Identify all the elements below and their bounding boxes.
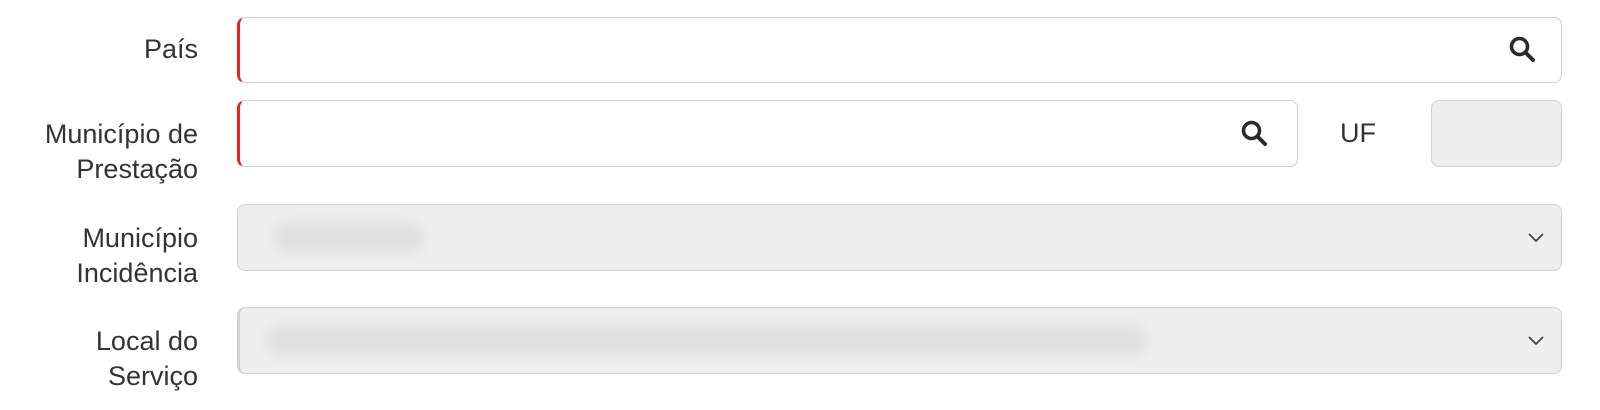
uf-field [1431, 100, 1562, 167]
uf-input [1446, 101, 1551, 166]
municipio-prestacao-label-line1: Município de [44, 119, 198, 149]
local-servico-select[interactable] [237, 307, 1562, 374]
local-servico-label-line2: Serviço [107, 361, 198, 391]
uf-label: UF [1340, 118, 1376, 148]
chevron-down-icon [1528, 335, 1544, 345]
service-location-form: País Município de Prestação UF Município… [0, 0, 1600, 410]
municipio-incidencia-label-line2: Incidência [76, 258, 198, 288]
row-local-servico: Local do Serviço [0, 307, 1600, 391]
pais-input[interactable] [254, 18, 1491, 82]
redacted-value [274, 223, 424, 254]
chevron-down-icon [1528, 232, 1544, 242]
municipio-incidencia-selected-value [254, 205, 1501, 270]
municipio-prestacao-label: Município de Prestação [0, 117, 198, 187]
municipio-incidencia-label: Município Incidência [0, 221, 198, 291]
row-municipio-prestacao: Município de Prestação UF [0, 100, 1600, 184]
search-icon[interactable] [1241, 120, 1267, 146]
local-servico-selected-value [256, 308, 1501, 373]
municipio-prestacao-label-line2: Prestação [76, 154, 198, 184]
local-servico-label-line1: Local do [95, 326, 198, 356]
municipio-incidencia-select[interactable] [237, 204, 1562, 271]
row-pais: País [0, 17, 1600, 83]
redacted-value [266, 326, 1146, 357]
municipio-prestacao-input[interactable] [254, 101, 1227, 166]
search-icon[interactable] [1509, 36, 1535, 62]
municipio-prestacao-field[interactable] [237, 100, 1298, 167]
local-servico-label: Local do Serviço [0, 324, 198, 394]
row-municipio-incidencia: Município Incidência [0, 204, 1600, 288]
pais-field[interactable] [237, 17, 1562, 83]
pais-label: País [143, 34, 198, 64]
municipio-incidencia-label-line1: Município [82, 223, 198, 253]
